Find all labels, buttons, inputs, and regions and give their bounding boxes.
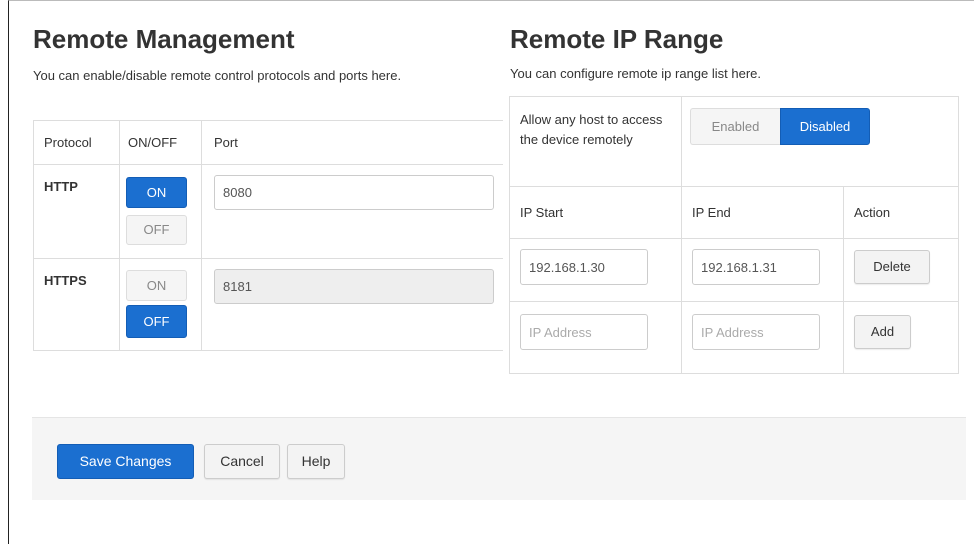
ip-start-cell (509, 301, 682, 374)
remote-management-description: You can enable/disable remote control pr… (33, 68, 402, 83)
https-off-button[interactable]: OFF (126, 305, 187, 338)
ip-end-cell (681, 301, 844, 374)
action-header: Action (843, 186, 959, 239)
allow-any-toggle: Enabled Disabled (690, 108, 870, 145)
https-on-button[interactable]: ON (126, 270, 187, 301)
disabled-toggle-button[interactable]: Disabled (780, 108, 870, 145)
port-header: Port (201, 120, 503, 165)
onoff-header: ON/OFF (119, 120, 202, 165)
ip-range-table: Allow any host to access the device remo… (509, 96, 959, 374)
cancel-button[interactable]: Cancel (204, 444, 280, 479)
protocol-row-http: HTTP ON (33, 164, 503, 259)
remote-ip-range-title: Remote IP Range (510, 24, 724, 54)
ip-end-cell (681, 238, 844, 302)
ip-end-header: IP End (681, 186, 844, 239)
protocol-table: Protocol ON/OFF Port HTTP ON HTTPS (33, 120, 503, 351)
ip-start-cell (509, 238, 682, 302)
ip-range-row: Delete (509, 238, 959, 302)
protocol-header: Protocol (33, 120, 120, 165)
http-port-input[interactable] (214, 175, 494, 210)
help-button[interactable]: Help (287, 444, 345, 479)
protocol-name: HTTP (33, 164, 120, 259)
http-off-button[interactable]: OFF (126, 215, 187, 245)
remote-ip-range-description: You can configure remote ip range list h… (510, 66, 762, 81)
port-cell (201, 164, 503, 259)
https-port-input[interactable] (214, 269, 494, 304)
ip-start-input[interactable] (520, 249, 648, 285)
action-cell: Add (843, 301, 959, 374)
save-changes-button[interactable]: Save Changes (57, 444, 194, 479)
ip-start-header: IP Start (509, 186, 682, 239)
ip-range-new-row: Add (509, 301, 959, 374)
new-ip-end-input[interactable] (692, 314, 820, 350)
action-cell: Delete (843, 238, 959, 302)
allow-any-label: Allow any host to access the device remo… (509, 96, 682, 187)
port-cell (201, 258, 503, 351)
add-button[interactable]: Add (854, 315, 911, 349)
enabled-toggle-button[interactable]: Enabled (690, 108, 780, 145)
delete-button[interactable]: Delete (854, 250, 930, 284)
protocol-row-https: HTTPS (33, 258, 503, 351)
form-footer: Save Changes Cancel Help (32, 417, 966, 500)
remote-management-title: Remote Management (33, 24, 295, 54)
allow-any-toggle-cell: Enabled Disabled (681, 96, 959, 187)
ip-end-input[interactable] (692, 249, 820, 285)
http-on-button[interactable]: ON (126, 177, 187, 208)
protocol-name: HTTPS (33, 258, 120, 351)
new-ip-start-input[interactable] (520, 314, 648, 350)
